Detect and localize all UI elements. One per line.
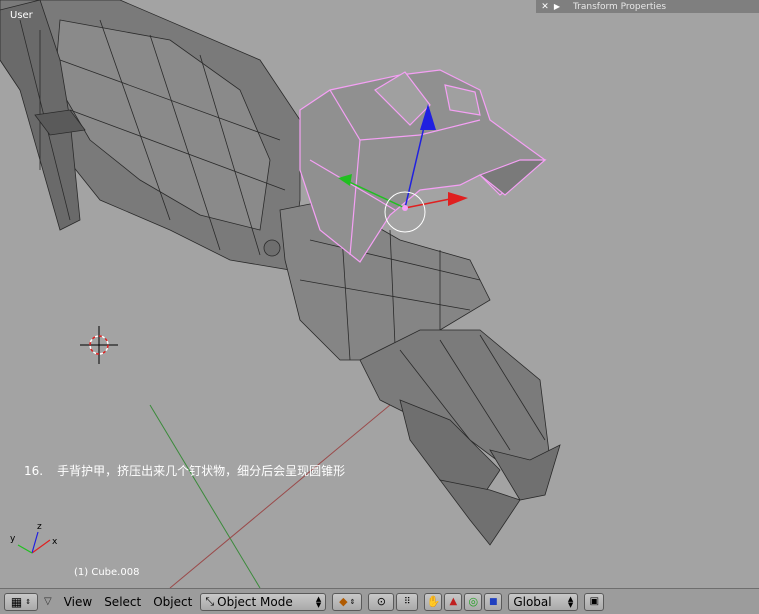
hand-icon: ✋ [426, 595, 441, 608]
orientation-dropdown[interactable]: Global ▲ ▼ [508, 592, 579, 611]
3d-viewport[interactable]: x z y User 16. 手背护甲，挤压出来几个钉状物，细分后会呈现圆锥形 (… [0, 0, 759, 588]
triangle-icon: ▲ [449, 596, 458, 607]
editor-type-button[interactable]: ▦ ⇕ [4, 592, 38, 611]
grid-icon: ▦ [10, 594, 23, 609]
menu-collapse-icon[interactable]: ▽ [44, 596, 52, 607]
svg-text:y: y [10, 534, 16, 544]
shading-icon: ◆ [339, 595, 348, 608]
square-icon: ■ [489, 596, 498, 607]
grid-y-line [149, 404, 261, 588]
svg-text:x: x [52, 537, 58, 547]
axis-indicator: x z y [10, 522, 58, 554]
pivot-icon: ⊙ [376, 595, 386, 608]
menu-object[interactable]: Object [147, 595, 198, 609]
object-mode-icon: ⤡ [205, 594, 215, 608]
caption-text: 手背护甲，挤压出来几个钉状物，细分后会呈现圆锥形 [57, 464, 346, 478]
pivot-button[interactable]: ⊙ [368, 592, 395, 611]
dots-icon: ⠿ [404, 596, 411, 607]
selected-armor-mesh [299, 69, 547, 263]
rotate-button[interactable]: ◎ [464, 592, 483, 611]
updown-icon: ⇕ [349, 597, 356, 606]
arm-mesh [0, 0, 301, 271]
caption-number: 16. [24, 464, 44, 478]
render-preview-button[interactable]: ▣ [584, 592, 605, 611]
3d-view-header: ▦ ⇕ ▽ View Select Object ⤡ Object Mode ▲… [0, 588, 759, 614]
draw-type-button[interactable]: ◆ ⇕ [332, 592, 363, 611]
transform-properties-header[interactable]: ✕ ▶ Transform Properties [536, 0, 759, 13]
view-label: User [10, 10, 33, 21]
updown-icon: ⇕ [25, 597, 32, 606]
mode-dropdown[interactable]: ⤡ Object Mode ▲ ▼ [200, 592, 327, 611]
grid-x-line [169, 404, 391, 588]
translate-button[interactable]: ▲ [444, 592, 463, 611]
menu-view[interactable]: View [58, 595, 98, 609]
updown-icon: ▲ ▼ [315, 594, 322, 609]
updown-icon: ▲ ▼ [567, 594, 574, 609]
manipulator-toggle[interactable]: ✋ [424, 592, 443, 611]
mode-label: Object Mode [217, 594, 293, 609]
hand-mesh [263, 199, 561, 546]
scene-canvas[interactable]: x z y [0, 0, 759, 588]
ring-icon: ◎ [468, 595, 479, 608]
close-icon[interactable]: ✕ [539, 2, 551, 12]
object-info: (1) Cube.008 [74, 567, 140, 578]
render-icon: ▣ [589, 596, 600, 607]
layers-button[interactable]: ⠿ [396, 592, 419, 611]
3d-cursor [80, 326, 118, 364]
panel-title: Transform Properties [573, 1, 667, 12]
menu-select[interactable]: Select [98, 595, 147, 609]
orientation-label: Global [513, 594, 552, 609]
triangle-right-icon[interactable]: ▶ [551, 2, 563, 11]
svg-text:z: z [37, 522, 42, 532]
scale-button[interactable]: ■ [484, 592, 503, 611]
caption: 16. 手背护甲，挤压出来几个钉状物，细分后会呈现圆锥形 [24, 462, 345, 479]
